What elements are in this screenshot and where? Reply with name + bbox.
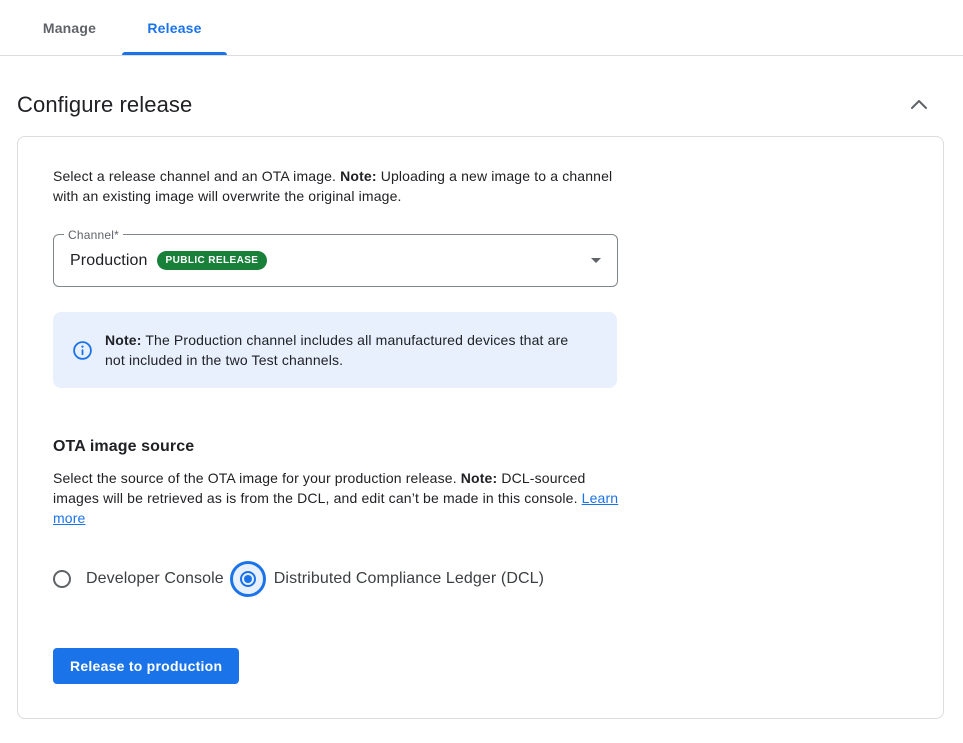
ota-desc-part1: Select the source of the OTA image for y…: [53, 470, 461, 486]
ota-source-description: Select the source of the OTA image for y…: [53, 468, 620, 528]
channel-select[interactable]: Channel* Production PUBLIC RELEASE: [53, 234, 618, 287]
radio-developer-console[interactable]: [53, 570, 71, 588]
radio-dcl[interactable]: [230, 561, 266, 597]
section-header: Configure release: [0, 91, 963, 119]
release-to-production-button[interactable]: Release to production: [53, 648, 239, 684]
note-banner: Note: The Production channel includes al…: [53, 312, 617, 388]
chevron-up-icon: [907, 93, 931, 117]
collapse-section-button[interactable]: [905, 91, 933, 119]
channel-select-value: Production: [70, 252, 148, 270]
ota-desc-note-bold: Note:: [461, 470, 498, 486]
tab-release[interactable]: Release: [122, 0, 227, 55]
page-title: Configure release: [17, 92, 192, 118]
tab-manage[interactable]: Manage: [17, 0, 122, 55]
tab-manage-label: Manage: [43, 20, 96, 36]
dropdown-arrow-icon: [591, 258, 601, 263]
active-tab-indicator: [122, 52, 227, 55]
intro-note-bold: Note:: [340, 168, 377, 184]
info-icon: [73, 341, 92, 360]
radio-dcl-ring: [240, 571, 256, 587]
intro-part1: Select a release channel and an OTA imag…: [53, 168, 340, 184]
radio-dcl-label[interactable]: Distributed Compliance Ledger (DCL): [274, 570, 544, 588]
ota-source-radio-group: Developer Console Distributed Compliance…: [53, 561, 908, 597]
ota-source-heading: OTA image source: [53, 438, 908, 456]
note-bold: Note:: [105, 332, 142, 348]
tab-bar: Manage Release: [0, 0, 963, 56]
public-release-badge: PUBLIC RELEASE: [157, 251, 268, 270]
configure-release-card: Select a release channel and an OTA imag…: [17, 136, 944, 719]
tab-release-label: Release: [147, 20, 201, 36]
note-body: The Production channel includes all manu…: [105, 332, 568, 368]
radio-developer-console-label[interactable]: Developer Console: [86, 570, 224, 588]
radio-dcl-dot: [244, 575, 252, 583]
note-banner-text: Note: The Production channel includes al…: [105, 330, 585, 370]
channel-select-label: Channel*: [64, 228, 123, 242]
intro-text: Select a release channel and an OTA imag…: [53, 166, 631, 206]
